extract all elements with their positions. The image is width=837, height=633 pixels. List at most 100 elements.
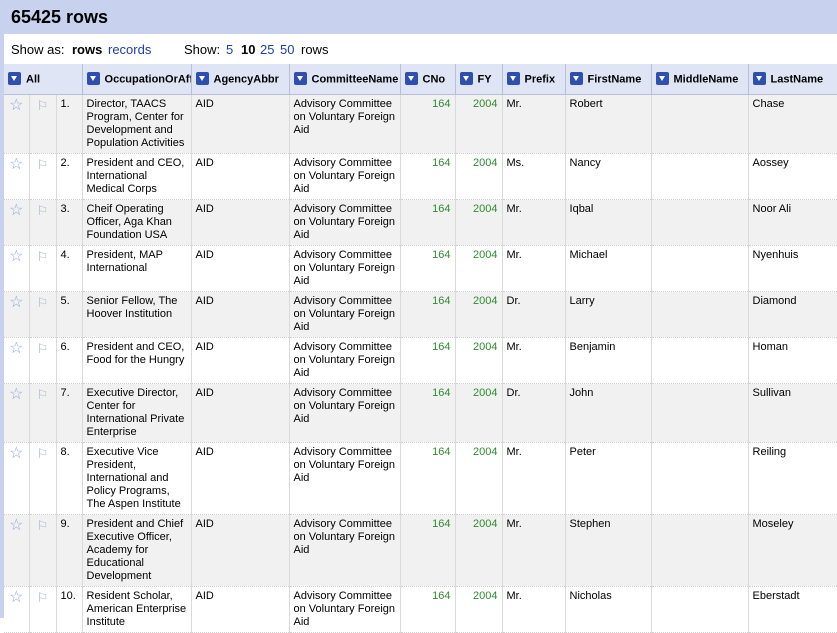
star-cell: ☆ xyxy=(4,153,30,200)
star-icon[interactable]: ☆ xyxy=(9,294,23,311)
cno-cell: 164 xyxy=(400,383,456,443)
star-icon[interactable]: ☆ xyxy=(9,386,23,403)
occupation-cell: President and Chief Executive Officer, A… xyxy=(82,514,192,587)
dropdown-arrow-icon[interactable] xyxy=(459,71,473,85)
middlename-cell xyxy=(651,442,749,515)
table-row: ☆ ⚐ 2. President and CEO, International Med… xyxy=(4,153,837,200)
page-size-5-link[interactable]: 5 xyxy=(226,42,233,57)
lastname-cell: Diamond xyxy=(748,291,837,338)
firstname-cell: Nicholas xyxy=(565,586,652,633)
occupation-cell: Executive Director, Center for Internati… xyxy=(82,383,192,443)
star-icon[interactable]: ☆ xyxy=(9,340,23,357)
column-header-middlename[interactable]: MiddleName xyxy=(651,64,749,95)
column-header-occupation[interactable]: OccupationOrAffiliation xyxy=(82,64,192,95)
cno-cell: 164 xyxy=(400,291,456,338)
column-header-fy[interactable]: FY xyxy=(455,64,503,95)
prefix-cell: Dr. xyxy=(502,291,566,338)
page-size-25-link[interactable]: 25 xyxy=(260,42,274,57)
view-controls: Show as: rows records Show: 5 10 25 50 r… xyxy=(4,34,837,64)
dropdown-arrow-icon[interactable] xyxy=(8,71,21,85)
column-header-firstname[interactable]: FirstName xyxy=(565,64,652,95)
rows-suffix: rows xyxy=(301,42,329,57)
flag-icon[interactable]: ⚐ xyxy=(37,295,49,310)
fy-cell: 2004 xyxy=(455,291,503,338)
star-cell: ☆ xyxy=(4,383,30,443)
dropdown-arrow-icon[interactable] xyxy=(655,71,669,85)
lastname-cell: Homan xyxy=(748,337,837,384)
flag-cell: ⚐ xyxy=(29,337,57,384)
row-index: 4. xyxy=(56,245,83,292)
lastname-cell: Noor Ali xyxy=(748,199,837,246)
committee-cell: Advisory Committee on Voluntary Foreign … xyxy=(289,442,401,515)
star-icon[interactable]: ☆ xyxy=(9,517,23,534)
star-icon[interactable]: ☆ xyxy=(9,97,23,114)
flag-icon[interactable]: ⚐ xyxy=(37,98,49,113)
prefix-cell: Mr. xyxy=(502,337,566,384)
row-index: 10. xyxy=(56,586,83,633)
dropdown-arrow-icon[interactable] xyxy=(293,71,307,85)
dropdown-arrow-icon[interactable] xyxy=(195,71,209,85)
column-header-cno[interactable]: CNo xyxy=(400,64,456,95)
row-index: 8. xyxy=(56,442,83,515)
dropdown-arrow-icon[interactable] xyxy=(752,71,766,85)
row-index: 5. xyxy=(56,291,83,338)
flag-icon[interactable]: ⚐ xyxy=(37,387,49,402)
flag-icon[interactable]: ⚐ xyxy=(37,203,49,218)
dropdown-arrow-icon[interactable] xyxy=(506,71,520,85)
cno-cell: 164 xyxy=(400,586,456,633)
star-icon[interactable]: ☆ xyxy=(9,589,23,606)
flag-cell: ⚐ xyxy=(29,245,57,292)
occupation-cell: Director, TAACS Program, Center for Deve… xyxy=(82,94,192,154)
page-size-10-current: 10 xyxy=(241,42,256,57)
middlename-cell xyxy=(651,94,749,154)
page-size-50-link[interactable]: 50 xyxy=(280,42,294,57)
occupation-cell: President and CEO, International Medical… xyxy=(82,153,192,200)
star-cell: ☆ xyxy=(4,337,30,384)
row-count-header: 65425 rows xyxy=(0,0,837,34)
flag-icon[interactable]: ⚐ xyxy=(37,157,49,172)
column-header-prefix[interactable]: Prefix xyxy=(502,64,566,95)
row-count-title: 65425 rows xyxy=(11,7,109,27)
agency-cell: AID xyxy=(191,514,290,587)
prefix-cell: Mr. xyxy=(502,514,566,587)
column-header-agency[interactable]: AgencyAbbr xyxy=(191,64,290,95)
occupation-cell: Resident Scholar, American Enterprise In… xyxy=(82,586,192,633)
column-header-lastname[interactable]: LastName xyxy=(748,64,837,95)
dropdown-arrow-icon[interactable] xyxy=(569,71,583,85)
table-row: ☆ ⚐ 3. Cheif Operating Officer, Aga Khan Fo… xyxy=(4,199,837,246)
firstname-cell: Iqbal xyxy=(565,199,652,246)
table-row: ☆ ⚐ 6. President and CEO, Food for the Hung… xyxy=(4,337,837,384)
row-index: 2. xyxy=(56,153,83,200)
middlename-cell xyxy=(651,153,749,200)
flag-cell: ⚐ xyxy=(29,153,57,200)
star-icon[interactable]: ☆ xyxy=(9,156,23,173)
flag-icon[interactable]: ⚐ xyxy=(37,446,49,461)
star-icon[interactable]: ☆ xyxy=(9,202,23,219)
table-row: ☆ ⚐ 7. Executive Director, Center for Inter… xyxy=(4,383,837,443)
cno-cell: 164 xyxy=(400,245,456,292)
view-records-link[interactable]: records xyxy=(108,42,151,57)
table-body: ☆ ⚐ 1. Director, TAACS Program, Center for … xyxy=(4,94,837,633)
prefix-cell: Mr. xyxy=(502,245,566,292)
star-cell: ☆ xyxy=(4,514,30,587)
flag-icon[interactable]: ⚐ xyxy=(37,590,49,605)
firstname-cell: Michael xyxy=(565,245,652,292)
fy-cell: 2004 xyxy=(455,245,503,292)
star-icon[interactable]: ☆ xyxy=(9,248,23,265)
agency-cell: AID xyxy=(191,199,290,246)
star-icon[interactable]: ☆ xyxy=(9,445,23,462)
occupation-cell: President, MAP International xyxy=(82,245,192,292)
occupation-cell: President and CEO, Food for the Hungry xyxy=(82,337,192,384)
star-cell: ☆ xyxy=(4,442,30,515)
flag-cell: ⚐ xyxy=(29,514,57,587)
flag-icon[interactable]: ⚐ xyxy=(37,249,49,264)
flag-icon[interactable]: ⚐ xyxy=(37,518,49,533)
dropdown-arrow-icon[interactable] xyxy=(86,71,100,85)
lastname-cell: Moseley xyxy=(748,514,837,587)
committee-cell: Advisory Committee on Voluntary Foreign … xyxy=(289,199,401,246)
flag-icon[interactable]: ⚐ xyxy=(37,341,49,356)
data-table: All OccupationOrAffiliation AgencyAbbr C… xyxy=(4,64,837,633)
column-header-all[interactable]: All xyxy=(4,64,83,95)
dropdown-arrow-icon[interactable] xyxy=(404,71,418,85)
column-header-committee[interactable]: CommitteeName xyxy=(289,64,401,95)
